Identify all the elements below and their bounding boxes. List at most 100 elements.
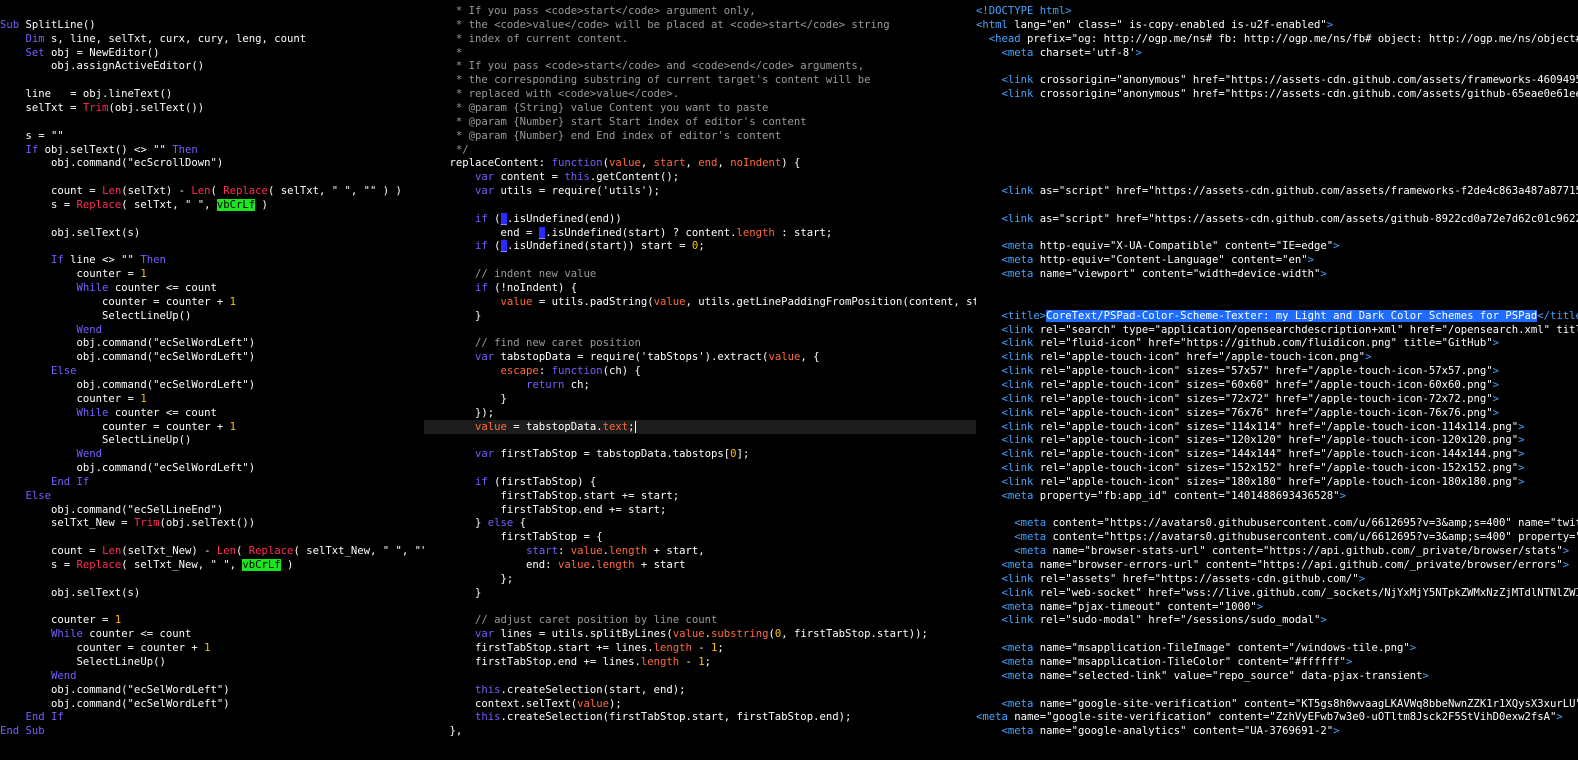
code-line[interactable]: <link rel="apple-touch-icon" sizes="120x… xyxy=(976,433,1578,447)
code-line[interactable]: <link crossorigin="anonymous" href="http… xyxy=(976,73,1578,87)
code-line[interactable]: count = Len(selTxt) - Len( Replace( selT… xyxy=(0,184,424,198)
code-line[interactable]: context.selText(value); xyxy=(424,697,976,711)
code-line[interactable]: * the <code>value</code> will be placed … xyxy=(424,18,976,32)
code-line[interactable]: obj.command("ecSelWordLeft") xyxy=(0,697,424,711)
code-line[interactable]: obj.command("ecSelWordLeft") xyxy=(0,683,424,697)
code-line[interactable]: firstTabStop.end += lines.length - 1; xyxy=(424,655,976,669)
code-line[interactable]: this.createSelection(start, end); xyxy=(424,683,976,697)
code-line[interactable]: <meta content="https://avatars0.githubus… xyxy=(976,530,1578,544)
code-line[interactable]: s = Replace( selTxt_New, " ", vbCrLf ) xyxy=(0,558,424,572)
code-line[interactable]: <meta name="msapplication-TileColor" con… xyxy=(976,655,1578,669)
code-line[interactable]: // indent new value xyxy=(424,267,976,281)
code-line[interactable]: <link rel="apple-touch-icon" sizes="180x… xyxy=(976,475,1578,489)
code-line[interactable]: firstTabStop.end += start; xyxy=(424,503,976,517)
code-line[interactable]: End Sub xyxy=(0,724,424,738)
code-line[interactable]: * the corresponding substring of current… xyxy=(424,73,976,87)
code-line[interactable]: End If xyxy=(0,475,424,489)
code-line[interactable]: <link rel="apple-touch-icon" sizes="57x5… xyxy=(976,364,1578,378)
code-line[interactable]: if (_.isUndefined(start)) start = 0; xyxy=(424,239,976,253)
code-line[interactable]: escape: function(ch) { xyxy=(424,364,976,378)
code-line[interactable]: selTxt = Trim(obj.selText()) xyxy=(0,101,424,115)
code-line[interactable]: var content = this.getContent(); xyxy=(424,170,976,184)
code-line[interactable]: SelectLineUp() xyxy=(0,433,424,447)
code-line[interactable]: start: value.length + start, xyxy=(424,544,976,558)
code-line[interactable]: counter = 1 xyxy=(0,613,424,627)
code-line[interactable]: obj.command("ecScrollDown") xyxy=(0,156,424,170)
code-line[interactable]: }); xyxy=(424,406,976,420)
code-line[interactable]: var lines = utils.splitByLines(value.sub… xyxy=(424,627,976,641)
code-line[interactable]: While counter <= count xyxy=(0,627,424,641)
javascript-editor-pane[interactable]: * If you pass <code>start</code> argumen… xyxy=(424,0,976,760)
code-line[interactable]: <link rel="web-socket" href="wss://live.… xyxy=(976,586,1578,600)
code-line[interactable]: <link rel="assets" href="https://assets-… xyxy=(976,572,1578,586)
code-line[interactable]: counter = counter + 1 xyxy=(0,420,424,434)
code-line[interactable]: <meta name="browser-stats-url" content="… xyxy=(976,544,1578,558)
code-line[interactable]: counter = 1 xyxy=(0,392,424,406)
vbscript-editor-pane[interactable]: Sub SplitLine() Dim s, line, selTxt, cur… xyxy=(0,0,424,760)
code-line[interactable]: <meta name="pjax-timeout" content="1000"… xyxy=(976,600,1578,614)
code-line[interactable]: <meta http-equiv="X-UA-Compatible" conte… xyxy=(976,239,1578,253)
code-line[interactable]: Wend xyxy=(0,323,424,337)
code-line[interactable]: <link as="script" href="https://assets-c… xyxy=(976,184,1578,198)
code-line[interactable]: SelectLineUp() xyxy=(0,309,424,323)
code-line[interactable]: * If you pass <code>start</code> and <co… xyxy=(424,59,976,73)
code-line[interactable]: }, xyxy=(424,724,976,738)
html-editor-pane[interactable]: <!DOCTYPE html> <html lang="en" class=" i… xyxy=(976,0,1578,760)
code-line[interactable]: <meta name="viewport" content="width=dev… xyxy=(976,267,1578,281)
code-line[interactable]: Wend xyxy=(0,447,424,461)
code-line[interactable]: // find new caret position xyxy=(424,336,976,350)
code-line[interactable]: <html lang="en" class=" is-copy-enabled … xyxy=(976,18,1578,32)
code-line[interactable]: selTxt_New = Trim(obj.selText()) xyxy=(0,516,424,530)
code-line[interactable]: End If xyxy=(0,710,424,724)
code-line[interactable]: SelectLineUp() xyxy=(0,655,424,669)
code-line[interactable]: } else { xyxy=(424,516,976,530)
code-line[interactable]: firstTabStop.start += start; xyxy=(424,489,976,503)
code-line[interactable]: s = Replace( selTxt, " ", vbCrLf ) xyxy=(0,198,424,212)
code-line[interactable]: <link as="script" href="https://assets-c… xyxy=(976,212,1578,226)
code-line[interactable]: } xyxy=(424,309,976,323)
code-line[interactable]: <meta name="google-site-verification" co… xyxy=(976,697,1578,711)
code-line[interactable]: Wend xyxy=(0,669,424,683)
code-line[interactable]: count = Len(selTxt_New) - Len( Replace( … xyxy=(0,544,424,558)
code-line[interactable]: replaceContent: function(value, start, e… xyxy=(424,156,976,170)
code-line[interactable]: // adjust caret position by line count xyxy=(424,613,976,627)
code-line[interactable]: obj.command("ecSelWordLeft") xyxy=(0,336,424,350)
code-line[interactable]: obj.command("ecSelLineEnd") xyxy=(0,503,424,517)
code-line[interactable]: return ch; xyxy=(424,378,976,392)
code-line[interactable]: firstTabStop.start += lines.length - 1; xyxy=(424,641,976,655)
code-line[interactable]: * replaced with <code>value</code>. xyxy=(424,87,976,101)
code-line[interactable]: obj.assignActiveEditor() xyxy=(0,59,424,73)
code-line[interactable]: <title>CoreText/PSPad-Color-Scheme-Texte… xyxy=(976,309,1578,323)
code-line[interactable]: <link rel="sudo-modal" href="/sessions/s… xyxy=(976,613,1578,627)
code-line[interactable]: <meta charset='utf-8'> xyxy=(976,46,1578,60)
code-line[interactable]: obj.command("ecSelWordLeft") xyxy=(0,350,424,364)
code-line[interactable]: * @param {Number} start Start index of e… xyxy=(424,115,976,129)
code-line[interactable]: While counter <= count xyxy=(0,406,424,420)
code-line[interactable]: <meta http-equiv="Content-Language" cont… xyxy=(976,253,1578,267)
code-line[interactable]: <meta name="browser-errors-url" content=… xyxy=(976,558,1578,572)
code-line[interactable]: var firstTabStop = tabstopData.tabstops[… xyxy=(424,447,976,461)
code-line[interactable]: <link rel="apple-touch-icon" sizes="152x… xyxy=(976,461,1578,475)
code-line[interactable]: <meta name="msapplication-TileImage" con… xyxy=(976,641,1578,655)
code-line[interactable]: s = "" xyxy=(0,129,424,143)
code-line[interactable]: } xyxy=(424,392,976,406)
code-line[interactable]: if (_.isUndefined(end)) xyxy=(424,212,976,226)
code-line[interactable]: <link rel="search" type="application/ope… xyxy=(976,323,1578,337)
code-line[interactable]: end = _.isUndefined(start) ? content.len… xyxy=(424,226,976,240)
code-line[interactable]: value = utils.padString(value, utils.get… xyxy=(424,295,976,309)
code-line[interactable]: obj.command("ecSelWordLeft") xyxy=(0,461,424,475)
code-line[interactable]: <head prefix="og: http://ogp.me/ns# fb: … xyxy=(976,32,1578,46)
code-line[interactable]: } xyxy=(424,586,976,600)
code-line[interactable]: */ xyxy=(424,143,976,157)
code-line[interactable]: line = obj.lineText() xyxy=(0,87,424,101)
code-line[interactable]: counter = counter + 1 xyxy=(0,295,424,309)
code-line[interactable]: <link rel="apple-touch-icon" sizes="60x6… xyxy=(976,378,1578,392)
code-line[interactable]: <meta property="fb:app_id" content="1401… xyxy=(976,489,1578,503)
code-line[interactable]: While counter <= count xyxy=(0,281,424,295)
code-line[interactable]: counter = 1 xyxy=(0,267,424,281)
code-line[interactable]: obj.selText(s) xyxy=(0,586,424,600)
code-line[interactable]: <link crossorigin="anonymous" href="http… xyxy=(976,87,1578,101)
code-line[interactable]: * index of current content. xyxy=(424,32,976,46)
code-line[interactable]: Dim s, line, selTxt, curx, cury, leng, c… xyxy=(0,32,424,46)
code-line[interactable]: Sub SplitLine() xyxy=(0,18,424,32)
